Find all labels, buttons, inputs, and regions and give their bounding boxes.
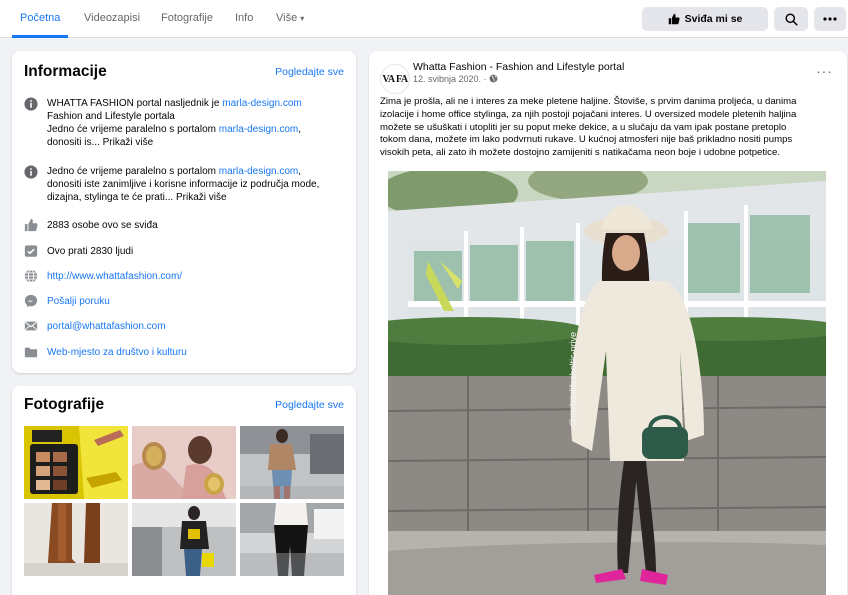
photo-credit: @mylatelifesheltic-prive — [568, 331, 578, 427]
ellipsis-icon — [823, 17, 837, 21]
email-row: portal@whattafashion.com — [24, 319, 354, 333]
info-card: Informacije Pogledajte sve WHATTA FASHIO… — [12, 51, 356, 373]
post-options-button[interactable]: ··· — [816, 63, 833, 79]
send-message-link[interactable]: Pošalji poruku — [47, 295, 352, 308]
about-item: WHATTA FASHION portal nasljednik je marl… — [24, 97, 354, 157]
marla-design-link[interactable]: marla-design.com — [222, 98, 301, 109]
page-nav-bar: Početna Videozapisi Fotografije Info Viš… — [0, 0, 848, 38]
thumbs-up-icon — [24, 218, 38, 232]
photo-thumbnail[interactable] — [132, 503, 236, 576]
info-see-all-link[interactable]: Pogledajte sve — [275, 66, 344, 78]
more-options-button[interactable] — [814, 7, 846, 31]
marla-design-link[interactable]: marla-design.com — [219, 124, 298, 135]
tab-home[interactable]: Početna — [12, 0, 69, 38]
info-card-title: Informacije — [24, 63, 107, 80]
followers-count-row: Ovo prati 2830 ljudi — [24, 244, 354, 258]
category-link[interactable]: Web-mjesto za društvo i kulturu — [47, 346, 352, 359]
post-card: VA FA Whatta Fashion - Fashion and Lifes… — [369, 51, 847, 595]
post-timestamp[interactable]: 12. svibnja 2020. · — [413, 74, 498, 84]
photo-nails — [132, 426, 236, 499]
about-text: WHATTA FASHION portal nasljednik je marl… — [47, 98, 302, 148]
info-icon — [24, 97, 38, 111]
photo-thumbnail[interactable] — [24, 503, 128, 576]
photo-street-style — [240, 426, 344, 499]
email-link[interactable]: portal@whattafashion.com — [47, 320, 352, 333]
fashion-photo — [388, 171, 826, 595]
post-photo[interactable]: @mylatelifesheltic-prive — [388, 171, 826, 595]
folder-icon — [24, 347, 38, 358]
messenger-icon — [24, 294, 38, 308]
photo-thumbnail[interactable] — [240, 503, 344, 576]
info-icon — [24, 165, 38, 179]
photo-thumbnail[interactable] — [132, 426, 236, 499]
about-text: Jedno će vrijeme paralelno s portalom ma… — [47, 166, 320, 203]
photo-leather-pants — [240, 503, 344, 576]
thumbs-up-icon — [668, 13, 680, 25]
photo-cosmetics — [24, 426, 128, 499]
chevron-down-icon: ▾ — [300, 14, 305, 23]
marla-design-link[interactable]: marla-design.com — [219, 166, 298, 177]
photos-see-all-link[interactable]: Pogledajte sve — [275, 399, 344, 411]
envelope-icon — [24, 321, 38, 331]
tab-more[interactable]: Više ▾ — [276, 0, 304, 38]
tab-videos[interactable]: Videozapisi — [84, 0, 140, 38]
globe-icon — [489, 74, 498, 83]
globe-icon — [24, 269, 38, 283]
show-more-link[interactable]: Prikaži više — [176, 192, 227, 203]
about-item: Jedno će vrijeme paralelno s portalom ma… — [24, 165, 354, 205]
photos-card: Fotografije Pogledajte sve — [12, 386, 356, 595]
photo-thumbnail[interactable] — [24, 426, 128, 499]
website-link[interactable]: http://www.whattafashion.com/ — [47, 270, 352, 283]
page-avatar[interactable]: VA FA — [380, 64, 410, 94]
tab-info[interactable]: Info — [235, 0, 253, 38]
photo-street-outfit — [132, 503, 236, 576]
photo-thumbnail[interactable] — [240, 426, 344, 499]
search-button[interactable] — [774, 7, 808, 31]
post-text: Zima je prošla, ali ne i interes za meke… — [380, 96, 797, 159]
like-page-button[interactable]: Sviđa mi se — [642, 7, 768, 31]
follow-check-icon — [24, 245, 38, 257]
website-row: http://www.whattafashion.com/ — [24, 269, 354, 283]
category-row: Web-mjesto za društvo i kulturu — [24, 345, 354, 359]
message-row: Pošalji poruku — [24, 294, 354, 308]
likes-count-row: 2883 osobe ovo se sviđa — [24, 218, 354, 232]
show-more-link[interactable]: Prikaži više — [103, 137, 154, 148]
photos-card-title: Fotografije — [24, 396, 105, 413]
post-author-name[interactable]: Whatta Fashion - Fashion and Lifestyle p… — [413, 61, 624, 73]
tab-photos[interactable]: Fotografije — [161, 0, 213, 38]
photo-boots — [24, 503, 128, 576]
search-icon — [784, 12, 798, 26]
